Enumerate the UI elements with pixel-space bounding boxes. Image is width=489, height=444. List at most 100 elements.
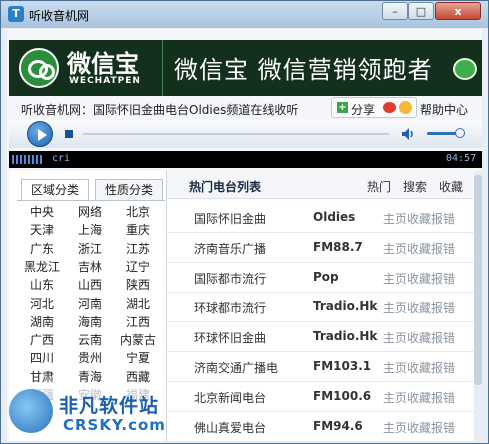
tab-search[interactable]: 搜索	[403, 178, 427, 195]
title-bar[interactable]: T 听收音机网 – □ x	[1, 1, 488, 28]
region-link[interactable]: 甘肃	[17, 368, 67, 385]
station-name[interactable]: 环球都市流行	[194, 299, 266, 316]
region-link[interactable]: 四川	[17, 349, 67, 366]
homepage-link[interactable]: 主页	[383, 329, 407, 346]
app-icon: T	[8, 6, 24, 22]
station-row[interactable]: 环球都市流行 Tradio.Hk 主页 收藏 报错	[167, 291, 474, 323]
station-row[interactable]: 济南音乐广播 FM88.7 主页 收藏 报错	[167, 232, 474, 263]
qzone-icon[interactable]	[399, 101, 412, 114]
station-row[interactable]: 国际怀旧金曲 Oldies 主页 收藏 报错	[167, 202, 474, 233]
region-link[interactable]: 广西	[17, 331, 67, 348]
region-link[interactable]: 河南	[65, 295, 115, 312]
region-link[interactable]: 湖南	[17, 313, 67, 330]
report-error-link[interactable]: 报错	[431, 210, 455, 227]
region-link[interactable]: 江西	[113, 313, 163, 330]
region-link[interactable]: 重庆	[113, 221, 163, 238]
mascot-icon	[453, 58, 477, 80]
favorite-link[interactable]: 收藏	[407, 389, 431, 406]
tab-region[interactable]: 区域分类	[21, 179, 89, 200]
scroll-thumb[interactable]	[474, 175, 482, 385]
region-link[interactable]: 黑龙江	[17, 258, 67, 275]
region-link[interactable]: 天津	[17, 221, 67, 238]
region-link[interactable]: 青海	[65, 368, 115, 385]
station-name[interactable]: 国际都市流行	[194, 270, 266, 287]
scrollbar[interactable]	[474, 171, 482, 441]
play-button[interactable]	[27, 121, 53, 147]
report-error-link[interactable]: 报错	[431, 389, 455, 406]
favorite-link[interactable]: 收藏	[407, 359, 431, 376]
volume-icon[interactable]	[401, 127, 415, 141]
station-row[interactable]: 环球怀旧金曲 Tradio.Hk 主页 收藏 报错	[167, 321, 474, 353]
region-link[interactable]: 网络	[65, 203, 115, 220]
homepage-link[interactable]: 主页	[383, 299, 407, 316]
close-button[interactable]: x	[435, 2, 481, 20]
region-link[interactable]: 内蒙古	[113, 331, 163, 348]
region-link[interactable]: 山西	[65, 276, 115, 293]
stop-button[interactable]	[65, 130, 73, 138]
banner-slogan: 微信宝 微信营销领跑者	[174, 56, 433, 84]
homepage-link[interactable]: 主页	[383, 359, 407, 376]
region-link[interactable]: 浙江	[65, 240, 115, 257]
favorite-link[interactable]: 收藏	[407, 299, 431, 316]
region-link[interactable]: 陕西	[113, 276, 163, 293]
region-link[interactable]: 广东	[17, 240, 67, 257]
station-name[interactable]: 佛山真爱电台	[194, 419, 266, 436]
homepage-link[interactable]: 主页	[383, 270, 407, 287]
region-link[interactable]: 西藏	[113, 368, 163, 385]
lcd-display: cri 04:57	[9, 151, 482, 168]
homepage-link[interactable]: 主页	[383, 240, 407, 257]
ad-banner[interactable]: 微信宝 WECHATPEN 微信宝 微信营销领跑者	[9, 40, 482, 96]
region-link[interactable]: 湖北	[113, 295, 163, 312]
report-error-link[interactable]: 报错	[431, 329, 455, 346]
player-controls	[9, 120, 482, 148]
report-error-link[interactable]: 报错	[431, 419, 455, 436]
region-link[interactable]: 中央	[17, 203, 67, 220]
report-error-link[interactable]: 报错	[431, 299, 455, 316]
watermark-icon	[9, 389, 53, 433]
station-frequency: Pop	[313, 269, 339, 284]
region-link[interactable]: 云南	[65, 331, 115, 348]
share-button[interactable]: + 分享	[331, 97, 417, 118]
favorite-link[interactable]: 收藏	[407, 419, 431, 436]
station-name[interactable]: 济南音乐广播	[194, 240, 266, 257]
favorite-link[interactable]: 收藏	[407, 329, 431, 346]
minimize-button[interactable]: –	[382, 2, 408, 20]
region-link[interactable]: 海南	[65, 313, 115, 330]
region-link[interactable]: 宁夏	[113, 349, 163, 366]
region-link[interactable]: 贵州	[65, 349, 115, 366]
station-name[interactable]: 北京新闻电台	[194, 389, 266, 406]
report-error-link[interactable]: 报错	[431, 240, 455, 257]
favorite-link[interactable]: 收藏	[407, 240, 431, 257]
maximize-button[interactable]: □	[408, 2, 434, 20]
volume-knob[interactable]	[455, 128, 465, 138]
region-link[interactable]: 辽宁	[113, 258, 163, 275]
favorite-link[interactable]: 收藏	[407, 270, 431, 287]
station-name[interactable]: 环球怀旧金曲	[194, 329, 266, 346]
region-link[interactable]: 山东	[17, 276, 67, 293]
report-error-link[interactable]: 报错	[431, 359, 455, 376]
station-row[interactable]: 北京新闻电台 FM100.6 主页 收藏 报错	[167, 381, 474, 412]
report-error-link[interactable]: 报错	[431, 270, 455, 287]
weibo-icon[interactable]	[383, 102, 396, 113]
station-frequency: FM100.6	[313, 388, 372, 403]
help-center-link[interactable]: 帮助中心	[420, 101, 468, 118]
station-name[interactable]: 济南交通广播电	[194, 359, 278, 376]
region-link[interactable]: 江苏	[113, 240, 163, 257]
homepage-link[interactable]: 主页	[383, 389, 407, 406]
station-row[interactable]: 国际都市流行 Pop 主页 收藏 报错	[167, 262, 474, 293]
watermark-text-en: CRSKY.com	[63, 416, 166, 434]
tab-favorites[interactable]: 收藏	[439, 178, 463, 195]
favorite-link[interactable]: 收藏	[407, 210, 431, 227]
station-row[interactable]: 济南交通广播电 FM103.1 主页 收藏 报错	[167, 351, 474, 382]
region-link[interactable]: 北京	[113, 203, 163, 220]
region-link[interactable]: 河北	[17, 295, 67, 312]
tab-type[interactable]: 性质分类	[95, 179, 163, 200]
region-link[interactable]: 上海	[65, 221, 115, 238]
progress-track[interactable]	[83, 133, 389, 135]
station-row[interactable]: 佛山真爱电台 FM94.6 主页 收藏 报错	[167, 411, 474, 442]
tab-hot[interactable]: 热门	[367, 178, 391, 195]
homepage-link[interactable]: 主页	[383, 419, 407, 436]
homepage-link[interactable]: 主页	[383, 210, 407, 227]
station-name[interactable]: 国际怀旧金曲	[194, 210, 266, 227]
region-link[interactable]: 吉林	[65, 258, 115, 275]
